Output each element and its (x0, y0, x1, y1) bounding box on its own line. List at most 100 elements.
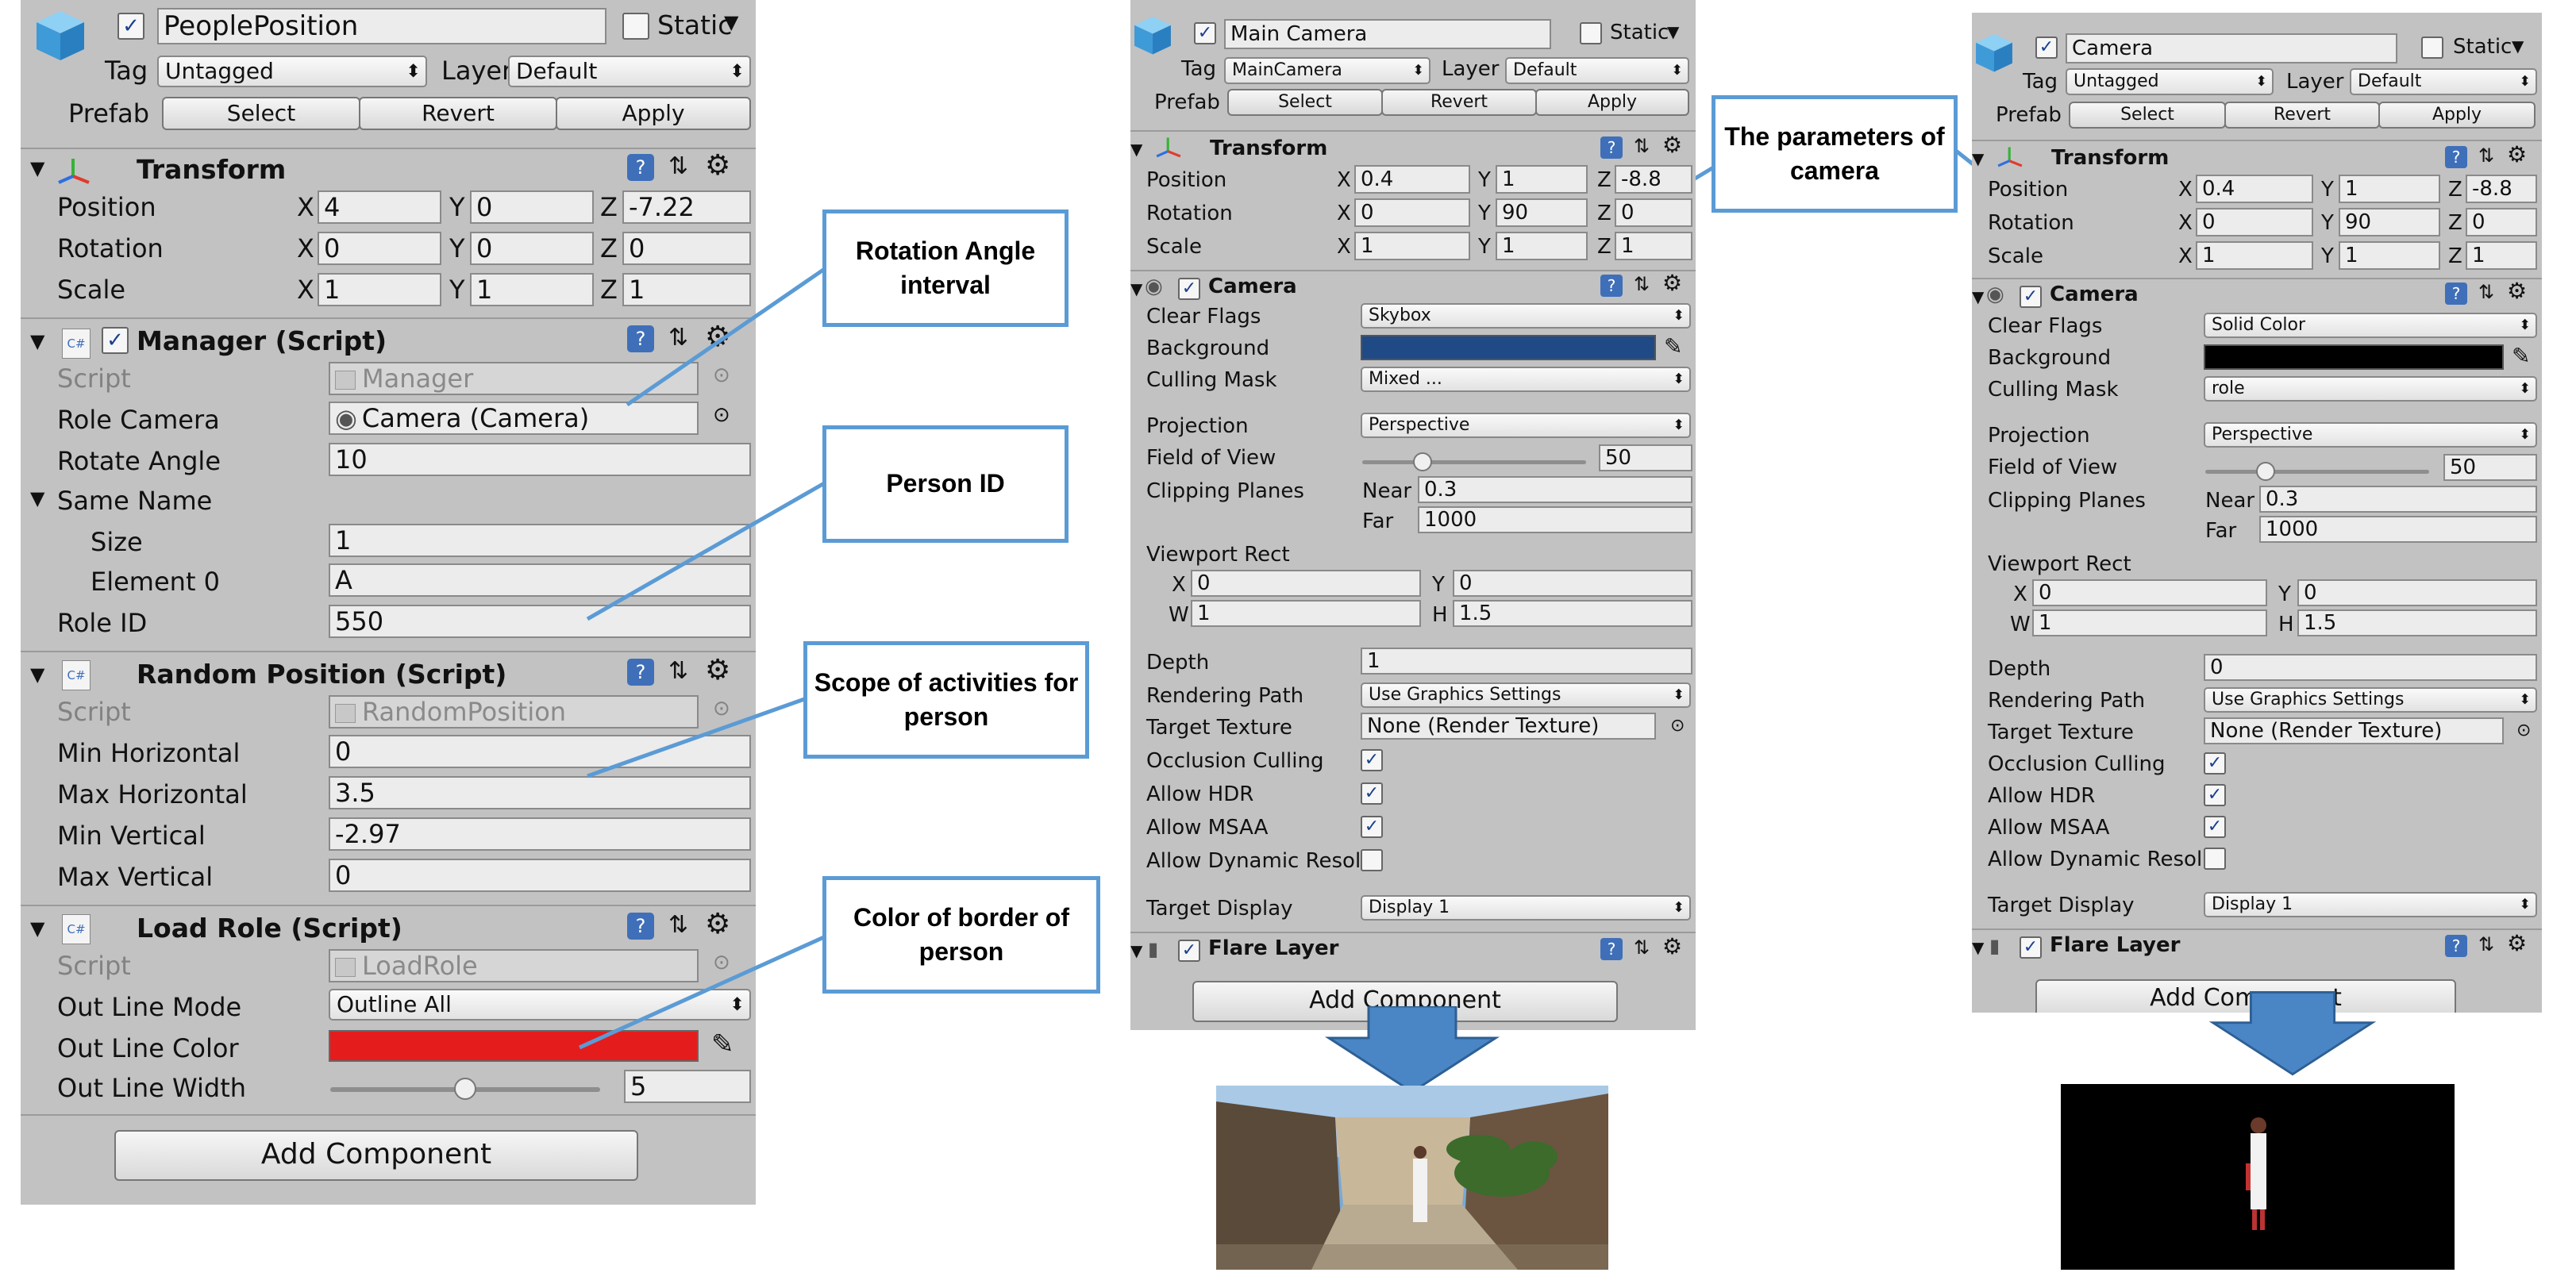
layer-dropdown[interactable]: Default ⬍ (1505, 57, 1689, 84)
fov-field[interactable]: 50 (1599, 444, 1692, 471)
rotation-z-field[interactable]: 0 (2466, 208, 2537, 236)
preset-icon[interactable]: ⇅ (1634, 936, 1650, 959)
viewport-x-field[interactable]: 0 (1191, 570, 1421, 597)
settings-gear-icon[interactable]: ⚙ (1662, 132, 1682, 158)
preset-icon[interactable]: ⇅ (2478, 933, 2494, 955)
help-icon[interactable]: ? (2445, 283, 2467, 305)
static-checkbox[interactable] (1580, 22, 1602, 44)
prefab-select-button[interactable]: Select (1227, 89, 1383, 116)
position-z-field[interactable]: -8.8 (2466, 175, 2537, 203)
fov-slider-thumb[interactable] (2256, 462, 2276, 481)
far-field[interactable]: 1000 (1418, 506, 1692, 533)
flare-layer-foldout-arrow[interactable]: ▼ (1972, 938, 1984, 957)
camera-enabled-checkbox[interactable]: ✓ (1178, 278, 1200, 300)
scale-y-field[interactable]: 1 (2339, 241, 2440, 270)
rendering-path-dropdown[interactable]: Use Graphics Settings ⬍ (1361, 682, 1691, 708)
rendering-path-dropdown[interactable]: Use Graphics Settings ⬍ (2204, 687, 2537, 713)
object-name-field[interactable]: Camera (2066, 33, 2397, 63)
viewport-w-field[interactable]: 1 (1191, 600, 1421, 627)
active-checkbox[interactable]: ✓ (1194, 22, 1216, 44)
target-texture-field[interactable]: None (Render Texture) (2204, 717, 2504, 744)
culling-mask-dropdown[interactable]: role ⬍ (2204, 376, 2537, 402)
position-x-field[interactable]: 0.4 (1354, 165, 1470, 194)
depth-field[interactable]: 1 (1361, 648, 1692, 675)
tag-dropdown[interactable]: Untagged ⬍ (2066, 68, 2274, 95)
background-color-swatch[interactable] (1361, 335, 1656, 360)
occlusion-culling-checkbox[interactable]: ✓ (2204, 752, 2226, 775)
help-icon[interactable]: ? (1600, 275, 1623, 297)
position-y-field[interactable]: 1 (2339, 175, 2440, 203)
flare-layer-enabled-checkbox[interactable]: ✓ (1178, 940, 1200, 962)
near-field[interactable]: 0.3 (1418, 476, 1692, 503)
transform-foldout-arrow[interactable]: ▼ (1972, 149, 1984, 168)
help-icon[interactable]: ? (1600, 136, 1623, 159)
scale-y-field[interactable]: 1 (1496, 232, 1588, 260)
background-color-swatch[interactable] (2204, 344, 2504, 370)
scale-x-field[interactable]: 1 (1354, 232, 1470, 260)
allow-dynamic-resolution-checkbox[interactable] (1361, 849, 1383, 871)
prefab-apply-button[interactable]: Apply (2378, 102, 2536, 129)
target-display-dropdown[interactable]: Display 1 ⬍ (1361, 895, 1691, 921)
clear-flags-dropdown[interactable]: Skybox ⬍ (1361, 303, 1691, 329)
settings-gear-icon[interactable]: ⚙ (2507, 278, 2527, 304)
preset-icon[interactable]: ⇅ (1634, 273, 1650, 295)
eyedropper-icon[interactable]: ✎ (1664, 333, 1682, 359)
settings-gear-icon[interactable]: ⚙ (1662, 270, 1682, 296)
viewport-h-field[interactable]: 1.5 (2297, 609, 2537, 636)
flare-layer-foldout-arrow[interactable]: ▼ (1130, 941, 1142, 960)
culling-mask-dropdown[interactable]: Mixed ... ⬍ (1361, 367, 1691, 392)
target-texture-field[interactable]: None (Render Texture) (1361, 713, 1656, 740)
tag-dropdown[interactable]: MainCamera ⬍ (1224, 57, 1430, 84)
target-display-dropdown[interactable]: Display 1 ⬍ (2204, 892, 2537, 917)
object-name-field[interactable]: Main Camera (1224, 19, 1551, 49)
fov-slider-track[interactable] (1362, 460, 1586, 464)
allow-msaa-checkbox[interactable]: ✓ (1361, 816, 1383, 838)
allow-msaa-checkbox[interactable]: ✓ (2204, 816, 2226, 838)
object-picker-icon[interactable]: ⊙ (2516, 721, 2531, 740)
far-field[interactable]: 1000 (2259, 516, 2537, 543)
projection-dropdown[interactable]: Perspective ⬍ (2204, 422, 2537, 448)
position-y-field[interactable]: 1 (1496, 165, 1588, 194)
viewport-y-field[interactable]: 0 (1453, 570, 1692, 597)
viewport-w-field[interactable]: 1 (2032, 609, 2267, 636)
active-checkbox[interactable]: ✓ (2035, 37, 2058, 59)
fov-slider-track[interactable] (2205, 470, 2429, 474)
fov-slider-thumb[interactable] (1413, 452, 1433, 471)
prefab-select-button[interactable]: Select (2069, 102, 2226, 129)
near-field[interactable]: 0.3 (2259, 486, 2537, 513)
help-icon[interactable]: ? (2445, 146, 2467, 168)
scale-z-field[interactable]: 1 (1615, 232, 1692, 260)
scale-z-field[interactable]: 1 (2466, 241, 2537, 270)
eyedropper-icon[interactable]: ✎ (2512, 343, 2530, 369)
depth-field[interactable]: 0 (2204, 654, 2537, 681)
preset-icon[interactable]: ⇅ (1634, 135, 1650, 157)
allow-hdr-checkbox[interactable]: ✓ (1361, 782, 1383, 805)
prefab-apply-button[interactable]: Apply (1535, 89, 1689, 116)
layer-dropdown[interactable]: Default ⬍ (2350, 68, 2537, 95)
camera-foldout-arrow[interactable]: ▼ (1130, 279, 1142, 298)
settings-gear-icon[interactable]: ⚙ (1662, 933, 1682, 959)
viewport-h-field[interactable]: 1.5 (1453, 600, 1692, 627)
rotation-y-field[interactable]: 90 (2339, 208, 2440, 236)
static-checkbox[interactable] (2421, 37, 2443, 59)
scale-x-field[interactable]: 1 (2196, 241, 2313, 270)
help-icon[interactable]: ? (2445, 935, 2467, 957)
preset-icon[interactable]: ⇅ (2478, 281, 2494, 303)
viewport-y-field[interactable]: 0 (2297, 579, 2537, 606)
projection-dropdown[interactable]: Perspective ⬍ (1361, 413, 1691, 438)
position-z-field[interactable]: -8.8 (1615, 165, 1692, 194)
transform-foldout-arrow[interactable]: ▼ (1130, 140, 1142, 159)
help-icon[interactable]: ? (1600, 938, 1623, 960)
prefab-revert-button[interactable]: Revert (2224, 102, 2380, 129)
static-dropdown-icon[interactable]: ▼ (1667, 22, 1679, 41)
position-x-field[interactable]: 0.4 (2196, 175, 2313, 203)
camera-foldout-arrow[interactable]: ▼ (1972, 287, 1984, 306)
fov-field[interactable]: 50 (2443, 454, 2537, 481)
occlusion-culling-checkbox[interactable]: ✓ (1361, 749, 1383, 771)
viewport-x-field[interactable]: 0 (2032, 579, 2267, 606)
preset-icon[interactable]: ⇅ (2478, 144, 2494, 167)
settings-gear-icon[interactable]: ⚙ (2507, 141, 2527, 167)
flare-layer-enabled-checkbox[interactable]: ✓ (2020, 936, 2042, 959)
object-picker-icon[interactable]: ⊙ (1670, 716, 1685, 736)
allow-hdr-checkbox[interactable]: ✓ (2204, 784, 2226, 806)
